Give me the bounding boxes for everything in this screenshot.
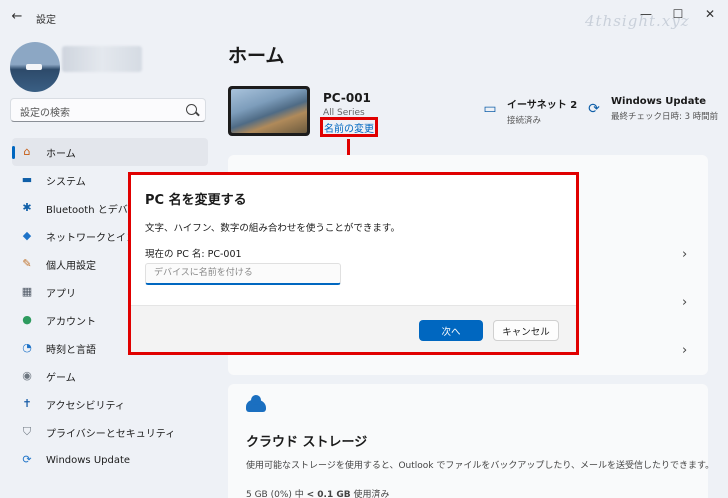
update-icon: ⟳	[22, 453, 32, 466]
sidebar-item-label: ホーム	[46, 148, 76, 160]
sidebar-item-gaming[interactable]: ◉ ゲーム	[12, 362, 208, 390]
device-thumbnail	[228, 86, 310, 136]
profile-name-redacted	[62, 46, 142, 72]
chevron-right-icon[interactable]: ›	[682, 247, 687, 262]
sidebar-item-home[interactable]: ⌂ ホーム	[12, 138, 208, 166]
current-pc-name: 現在の PC 名: PC-001	[145, 249, 242, 260]
globe-clock-icon: ◔	[22, 341, 32, 354]
gamepad-icon: ◉	[22, 369, 32, 382]
next-button[interactable]: 次へ	[419, 320, 483, 341]
status-title: イーサネット 2	[507, 100, 578, 111]
apps-icon: ▦	[21, 285, 33, 298]
pc-name-input[interactable]: デバイスに名前を付ける	[145, 263, 341, 285]
home-icon: ⌂	[23, 145, 31, 158]
close-icon[interactable]: ✕	[696, 4, 724, 24]
sidebar-item-label: プライバシーとセキュリティ	[46, 428, 176, 440]
sidebar-item-label: アカウント	[46, 316, 96, 328]
bluetooth-icon: ✱	[22, 201, 32, 214]
cloud-storage-usage: 5 GB (0%) 中 < 0.1 GB 使用済み	[246, 490, 390, 498]
sidebar-item-label: システム	[46, 176, 86, 188]
sidebar-item-accessibility[interactable]: ✝ アクセシビリティ	[12, 390, 208, 418]
wifi-icon: ◆	[22, 229, 32, 242]
rename-pc-link[interactable]: 名前の変更	[320, 117, 378, 137]
maximize-icon[interactable]: ☐	[664, 4, 692, 24]
shield-icon: ⛉	[22, 425, 32, 438]
sidebar-item-label: 時刻と言語	[46, 344, 96, 356]
brush-icon: ✎	[22, 257, 32, 270]
cloud-storage-description: 使用可能なストレージを使用すると、Outlook でファイルをバックアップしたり…	[246, 461, 715, 471]
dialog-title: PC 名を変更する	[145, 193, 247, 208]
sidebar-item-privacy[interactable]: ⛉ プライバシーとセキュリティ	[12, 418, 208, 446]
pc-name: PC-001	[323, 91, 371, 105]
cloud-storage-title: クラウド ストレージ	[246, 435, 368, 450]
avatar[interactable]	[10, 42, 60, 92]
sidebar-item-windows-update[interactable]: ⟳ Windows Update	[12, 446, 208, 474]
monitor-icon: ▬	[21, 173, 33, 186]
app-title: 設定	[36, 15, 56, 26]
status-subtitle: 接続済み	[507, 116, 542, 126]
minimize-icon[interactable]: —	[632, 4, 660, 24]
person-icon: ●	[22, 313, 32, 326]
rename-pc-dialog: PC 名を変更する 文字、ハイフン、数字の組み合わせを使うことができます。 現在…	[128, 172, 579, 355]
status-ethernet[interactable]: ▭ イーサネット 2 接続済み	[481, 96, 577, 126]
search-placeholder: 設定の検索	[20, 108, 70, 119]
search-icon	[186, 104, 197, 115]
back-arrow-icon[interactable]: ←	[8, 8, 26, 26]
title-bar: ← 設定 4thsight.xyz — ☐ ✕	[0, 0, 728, 34]
dialog-description: 文字、ハイフン、数字の組み合わせを使うことができます。	[145, 223, 400, 234]
page-title: ホーム	[228, 45, 285, 67]
sidebar-item-label: ゲーム	[46, 372, 76, 384]
sidebar-item-label: Windows Update	[46, 454, 131, 466]
search-input[interactable]: 設定の検索	[10, 98, 206, 122]
update-icon: ⟳	[588, 101, 600, 117]
chevron-right-icon[interactable]: ›	[682, 343, 687, 358]
sidebar-item-label: アプリ	[46, 288, 76, 300]
dialog-footer: 次へ キャンセル	[131, 305, 576, 352]
cancel-button[interactable]: キャンセル	[493, 320, 559, 341]
status-windows-update[interactable]: ⟳ Windows Update 最終チェック日時: 3 時間前	[585, 96, 718, 122]
chevron-right-icon[interactable]: ›	[682, 295, 687, 310]
sidebar-item-label: 個人用設定	[46, 260, 96, 272]
status-title: Windows Update	[611, 96, 707, 107]
cloud-icon	[246, 395, 266, 412]
status-subtitle: 最終チェック日時: 3 時間前	[611, 112, 719, 122]
accessibility-icon: ✝	[22, 397, 32, 410]
sidebar-item-label: アクセシビリティ	[46, 400, 125, 412]
ethernet-icon: ▭	[483, 101, 497, 117]
